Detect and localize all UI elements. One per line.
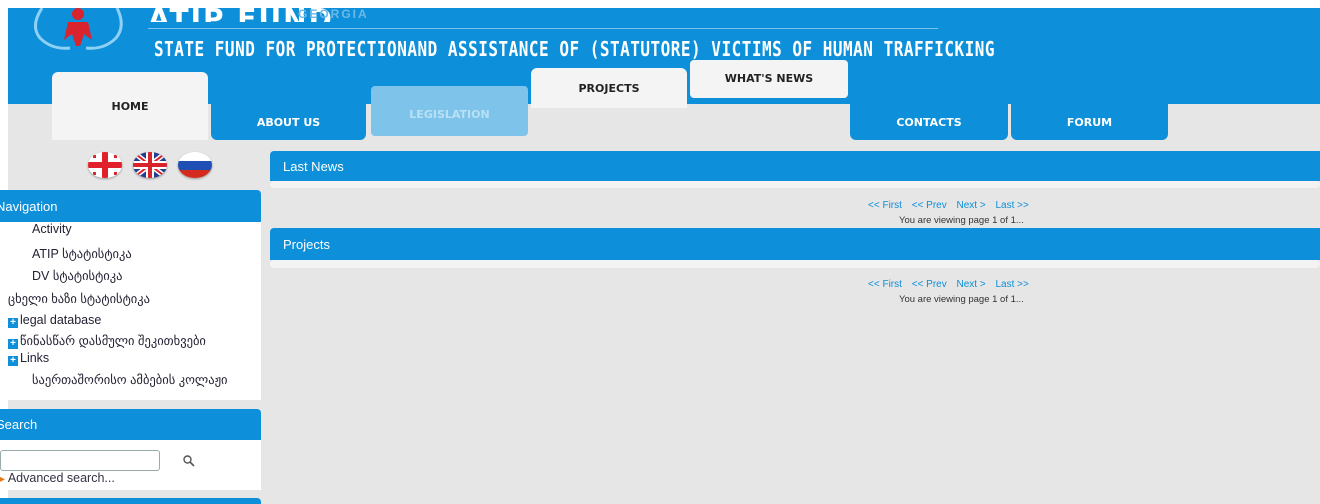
nav-item-label: DV სტატისტიკა <box>32 269 123 283</box>
nav-item-international-news[interactable]: საერთაშორისო ამბების კოლაჟი <box>32 372 228 387</box>
nav-item-dv-statistics[interactable]: DV სტატისტიკა <box>32 268 122 283</box>
projects-page-status: You are viewing page 1 of 1... <box>899 294 1024 305</box>
uk-flag-icon[interactable] <box>133 152 167 178</box>
georgian-flag-icon[interactable] <box>88 152 122 178</box>
nav-item-label: წინასწარ დასმული შეკითხვები <box>20 334 206 348</box>
site-subtitle: STATE FUND FOR PROTECTIONAND ASSISTANCE … <box>154 37 996 61</box>
next-panel-header <box>0 498 261 504</box>
brand-region: GEORGIA <box>298 8 369 20</box>
expand-plus-icon[interactable]: + <box>8 318 18 328</box>
russian-flag-icon[interactable] <box>178 152 212 178</box>
tab-contacts[interactable]: CONTACTS <box>850 104 1008 140</box>
nav-item-faq[interactable]: + წინასწარ დასმული შეკითხვები <box>8 333 206 349</box>
pager-prev-link[interactable]: << Prev <box>912 200 947 211</box>
pager-first-link[interactable]: << First <box>868 200 902 211</box>
search-icon[interactable] <box>182 454 196 468</box>
search-input[interactable] <box>0 450 160 471</box>
nav-item-label: legal database <box>20 313 102 327</box>
navigation-list: Activity ATIP სტატისტიკა DV სტატისტიკა ც… <box>8 222 261 400</box>
pager-next-link[interactable]: Next > <box>957 200 986 211</box>
nav-item-links[interactable]: + Links <box>8 351 49 366</box>
tab-forum[interactable]: FORUM <box>1011 104 1168 140</box>
tab-contacts-label: CONTACTS <box>896 115 962 129</box>
tab-whats-news[interactable]: WHAT'S NEWS <box>690 60 848 98</box>
tab-whats-news-label: WHAT'S NEWS <box>724 72 814 85</box>
nav-item-label: ცხელი ხაზი სტატისტიკა <box>8 292 150 306</box>
projects-title: Projects <box>283 236 330 252</box>
search-panel: ▸ Advanced search... <box>0 440 261 490</box>
header-divider <box>148 28 938 29</box>
expand-plus-icon[interactable]: + <box>8 339 18 349</box>
tab-legislation[interactable]: LEGISLATION <box>371 86 528 136</box>
last-news-header: Last News <box>270 151 1320 181</box>
projects-header: Projects <box>270 228 1320 260</box>
pager-first-link[interactable]: << First <box>868 279 902 290</box>
pager-last-link[interactable]: Last >> <box>995 279 1028 290</box>
nav-item-legal-database[interactable]: + legal database <box>8 313 101 328</box>
nav-item-hotline-statistics[interactable]: ცხელი ხაზი სტატისტიკა <box>8 291 150 306</box>
tab-home[interactable]: HOME <box>52 72 208 140</box>
bullet-icon: ▸ <box>0 474 6 485</box>
last-news-pager: << First << Prev Next > Last >> <box>868 200 1036 211</box>
tab-about-us[interactable]: ABOUT US <box>211 104 366 140</box>
projects-body <box>270 260 1320 268</box>
tab-about-us-label: ABOUT US <box>256 115 321 129</box>
nav-item-label: ATIP სტატისტიკა <box>32 247 132 261</box>
nav-item-activity[interactable]: Activity <box>32 222 72 236</box>
navigation-title: Navigation <box>0 198 58 214</box>
last-news-body <box>270 181 1320 188</box>
advanced-search-label: Advanced search... <box>7 471 115 485</box>
tab-projects[interactable]: PROJECTS <box>531 68 687 108</box>
expand-plus-icon[interactable]: + <box>8 356 18 366</box>
navigation-header: Navigation <box>0 190 261 222</box>
last-news-title: Last News <box>283 158 344 174</box>
advanced-search-link[interactable]: ▸ Advanced search... <box>0 471 115 485</box>
search-header: Search <box>0 409 261 440</box>
search-title: Search <box>0 417 38 432</box>
projects-pager: << First << Prev Next > Last >> <box>868 279 1036 290</box>
hands-logo-icon <box>34 8 123 50</box>
nav-item-label: საერთაშორისო ამბების კოლაჟი <box>32 373 228 387</box>
last-news-page-status: You are viewing page 1 of 1... <box>899 215 1024 226</box>
pager-prev-link[interactable]: << Prev <box>912 279 947 290</box>
tab-projects-label: PROJECTS <box>578 81 640 95</box>
tab-home-label: HOME <box>111 99 149 113</box>
nav-item-atip-statistics[interactable]: ATIP სტატისტიკა <box>32 246 132 261</box>
pager-next-link[interactable]: Next > <box>957 279 986 290</box>
pager-last-link[interactable]: Last >> <box>995 200 1028 211</box>
tab-forum-label: FORUM <box>1066 115 1113 129</box>
nav-item-label: Links <box>20 351 50 365</box>
tab-legislation-label: LEGISLATION <box>409 108 490 121</box>
nav-item-label: Activity <box>32 222 72 236</box>
